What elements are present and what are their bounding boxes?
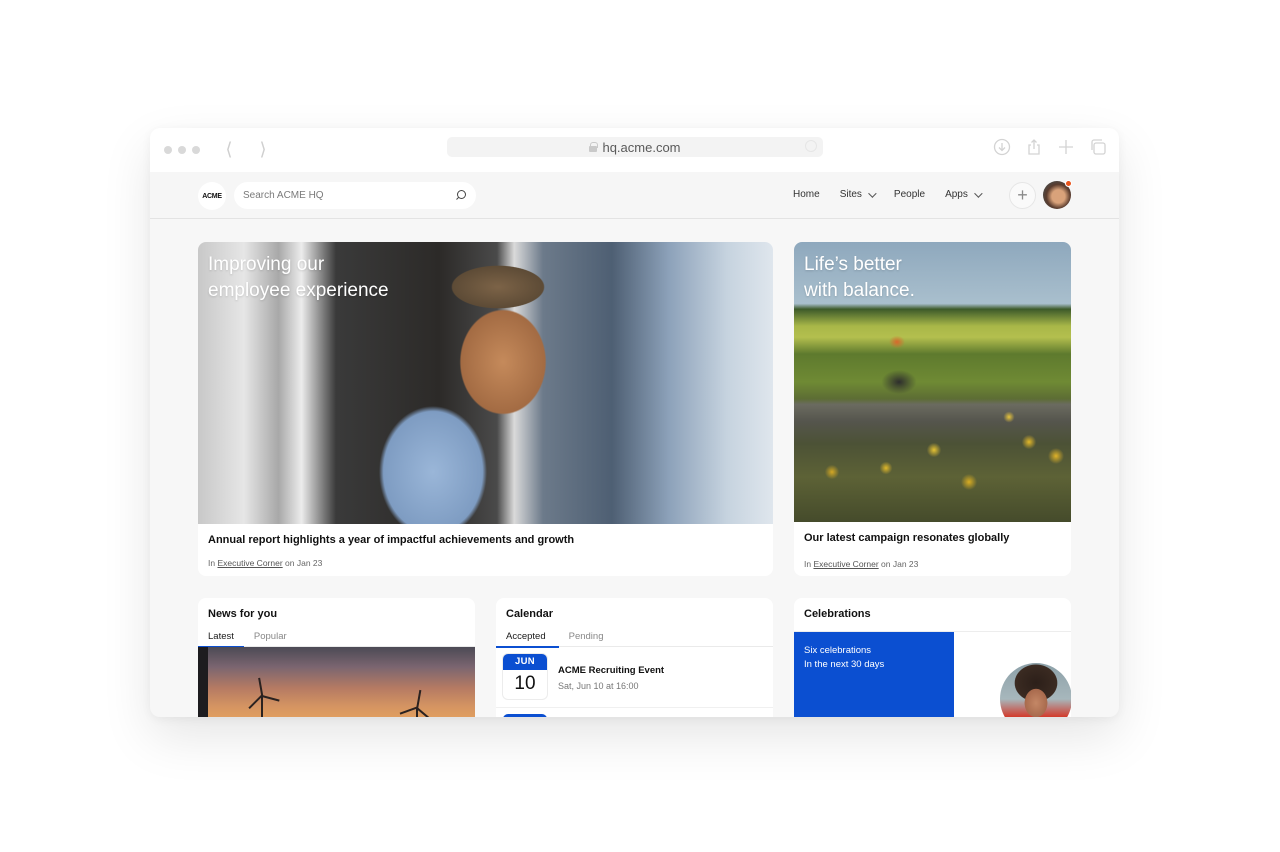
url-text: hq.acme.com — [602, 139, 681, 155]
site-link[interactable]: Executive Corner — [813, 559, 878, 569]
plus-icon: + — [1017, 185, 1028, 205]
hero-overlay-title: Improving our employee experience — [208, 252, 389, 304]
search-icon[interactable] — [455, 189, 467, 201]
calendar-event[interactable]: JUN 10 ACME Recruiting Event Sat, Jun 10… — [496, 648, 773, 708]
minimize-window-button[interactable] — [178, 146, 186, 154]
site-link[interactable]: Executive Corner — [217, 558, 282, 568]
close-window-button[interactable] — [164, 146, 172, 154]
chevron-down-icon — [868, 188, 877, 198]
hero-overlay-line: employee experience — [208, 280, 389, 301]
meta-date: on Jan 23 — [881, 559, 919, 569]
hero-overlay-line: with balance. — [804, 280, 915, 301]
reload-icon[interactable] — [805, 140, 817, 152]
event-day: 10 — [514, 673, 536, 694]
article-meta: In Executive Corner on Jan 23 — [804, 559, 1061, 569]
hero-card-main[interactable]: Improving our employee experience Annual… — [198, 242, 773, 576]
browser-window: ⟨ ⟩ hq.acme.com ACME Search ACME HQ Home… — [150, 128, 1119, 717]
new-tab-icon[interactable] — [1057, 138, 1075, 156]
nav-people-label: People — [893, 189, 926, 200]
calendar-widget: Calendar Accepted Pending JUN 10 ACME Re… — [496, 598, 773, 717]
nav-apps[interactable]: Apps — [945, 188, 983, 200]
turbine-graphic — [248, 677, 280, 717]
download-icon[interactable] — [993, 138, 1011, 156]
acme-logo[interactable]: ACME — [198, 182, 226, 210]
event-date-badge: JUN 10 — [503, 654, 547, 699]
hero-overlay-line: Improving our — [208, 254, 325, 275]
back-icon[interactable]: ⟨ — [220, 139, 238, 159]
chevron-down-icon — [974, 188, 983, 198]
calendar-tabs: Accepted Pending — [496, 628, 773, 648]
address-bar[interactable]: hq.acme.com — [447, 137, 823, 157]
share-icon[interactable] — [1025, 138, 1043, 156]
tab-accepted[interactable]: Accepted — [496, 628, 559, 648]
banner-line: Six celebrations — [804, 645, 872, 656]
app-header: ACME Home Sites People Apps + — [150, 172, 1119, 219]
nav-sites-label: Sites — [839, 189, 862, 200]
meta-prefix: In — [804, 559, 812, 569]
tab-latest[interactable]: Latest — [198, 628, 244, 648]
turbine-graphic — [399, 689, 432, 717]
event-list: JUN 10 ACME Recruiting Event Sat, Jun 10… — [496, 648, 773, 717]
tab-pending[interactable]: Pending — [559, 628, 614, 647]
news-image-wind-turbines[interactable] — [198, 647, 475, 717]
widget-title: Calendar — [506, 608, 554, 620]
window-controls — [164, 146, 200, 154]
user-avatar[interactable] — [1043, 180, 1072, 209]
nav-sites[interactable]: Sites — [839, 188, 877, 200]
meta-prefix: In — [208, 558, 216, 568]
maximize-window-button[interactable] — [192, 146, 200, 154]
hero-card-side[interactable]: Life’s better with balance. Our latest c… — [794, 242, 1071, 576]
article-title[interactable]: Our latest campaign resonates globally — [804, 532, 1061, 544]
notification-dot — [1065, 180, 1072, 187]
event-title: ACME Recruiting Event — [558, 665, 665, 676]
lock-icon — [589, 142, 599, 152]
banner-line: In the next 30 days — [804, 659, 885, 670]
article-title[interactable]: Annual report highlights a year of impac… — [208, 534, 763, 546]
event-month: JUN — [503, 654, 547, 670]
tabs-overview-icon[interactable] — [1089, 138, 1107, 156]
celebrant-avatar[interactable] — [1000, 663, 1071, 717]
next-event-date-badge — [503, 714, 547, 717]
article-meta: In Executive Corner on Jan 23 — [208, 558, 763, 568]
forward-icon[interactable]: ⟩ — [254, 139, 272, 159]
hero-overlay-title: Life’s better with balance. — [804, 252, 915, 304]
celebrations-widget: Celebrations Six celebrations In the nex… — [794, 598, 1071, 717]
event-time: Sat, Jun 10 at 16:00 — [558, 681, 639, 691]
news-tabs: Latest Popular — [198, 628, 475, 648]
news-widget: News for you Latest Popular — [198, 598, 475, 717]
main-nav: Home Sites People Apps — [793, 188, 1000, 200]
browser-toolbar: ⟨ ⟩ hq.acme.com — [150, 128, 1119, 172]
celebrations-banner[interactable]: Six celebrations In the next 30 days — [794, 632, 954, 717]
search-input[interactable] — [243, 190, 443, 201]
widget-title: News for you — [208, 608, 278, 620]
search-box[interactable] — [234, 182, 476, 209]
nav-home-label: Home — [793, 189, 820, 200]
meta-date: on Jan 23 — [285, 558, 323, 568]
create-button[interactable]: + — [1009, 182, 1036, 209]
nav-home[interactable]: Home — [793, 189, 820, 200]
nav-people[interactable]: People — [894, 189, 925, 200]
nav-apps-label: Apps — [945, 189, 968, 200]
tab-popular[interactable]: Popular — [244, 628, 297, 647]
widget-title: Celebrations — [804, 608, 871, 620]
hero-overlay-line: Life’s better — [804, 254, 902, 275]
